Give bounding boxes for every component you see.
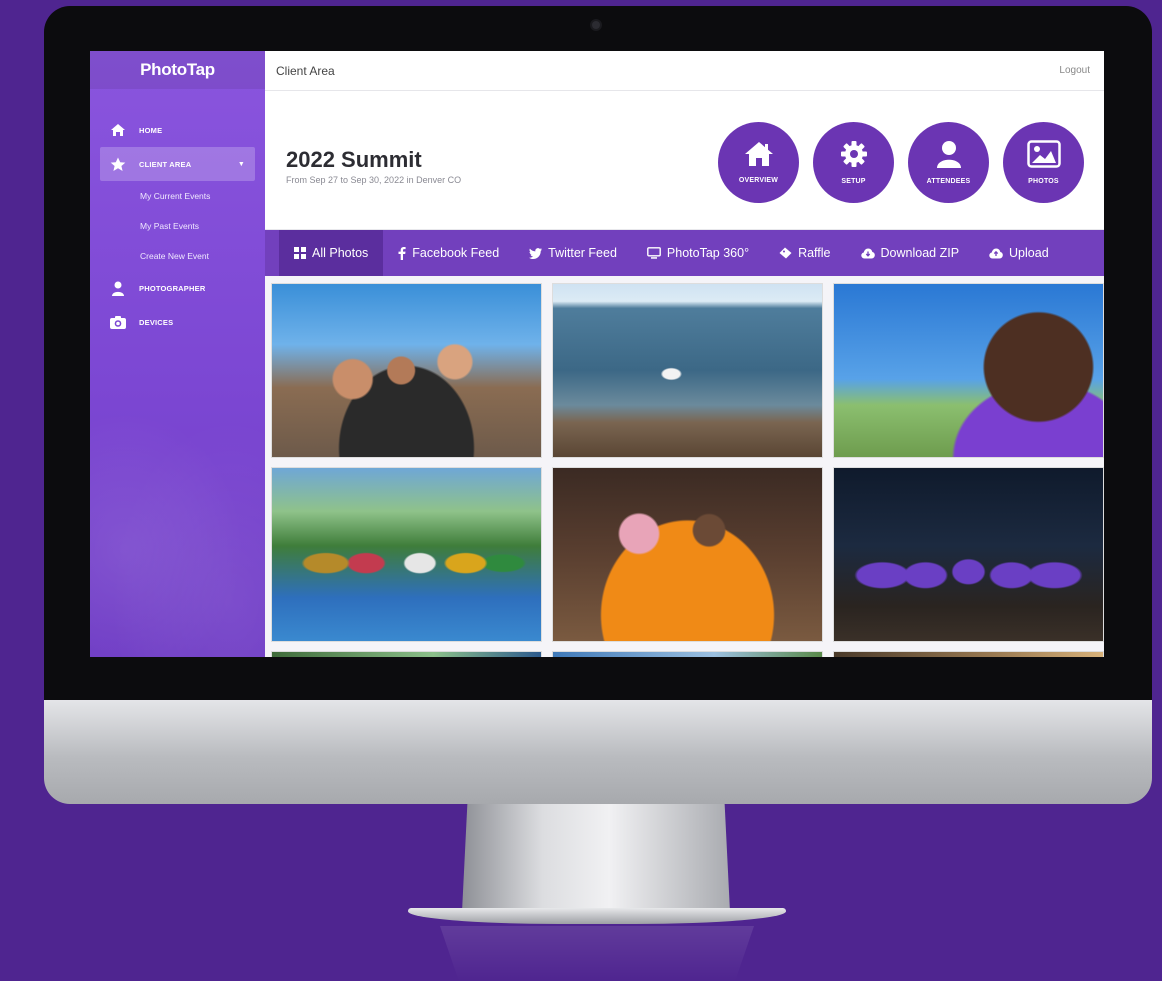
tab-twitter-feed[interactable]: Twitter Feed	[514, 230, 632, 276]
cloud-download-icon	[860, 248, 875, 259]
monitor-foot	[408, 908, 786, 924]
twitter-icon	[529, 247, 543, 259]
tab-label: Facebook Feed	[412, 246, 500, 260]
overview-button[interactable]: OVERVIEW	[718, 122, 799, 203]
tab-label: Raffle	[798, 246, 831, 260]
tab-phototap-360[interactable]: PhotoTap 360°	[632, 230, 764, 276]
page-title: 2022 Summit	[286, 147, 422, 172]
home-icon	[744, 141, 774, 172]
sidebar-subitem-create-event[interactable]: Create New Event	[90, 241, 265, 271]
tab-label: Download ZIP	[880, 246, 960, 260]
sidebar-item-home[interactable]: HOME	[90, 113, 265, 147]
sidebar-item-client-area[interactable]: CLIENT AREA ▼	[100, 147, 255, 181]
gear-icon	[840, 140, 868, 173]
photo-thumbnail[interactable]	[833, 467, 1104, 642]
attendees-button[interactable]: ATTENDEES	[908, 122, 989, 203]
app-logo[interactable]: PhotoTap	[90, 51, 265, 89]
sidebar-item-label: HOME	[139, 125, 163, 135]
sidebar-subitem-past-events[interactable]: My Past Events	[90, 211, 265, 241]
setup-button[interactable]: SETUP	[813, 122, 894, 203]
caret-down-icon: ▼	[237, 160, 245, 168]
webcam	[590, 19, 602, 31]
cloud-upload-icon	[989, 248, 1003, 259]
photo-thumbnail[interactable]	[271, 467, 542, 642]
photo-thumbnail[interactable]	[833, 283, 1104, 458]
user-icon	[936, 140, 962, 173]
grid-icon	[294, 247, 306, 259]
screen: PhotoTap HOME CLIENT AREA ▼ My Current E…	[90, 51, 1104, 657]
tab-label: Upload	[1009, 246, 1049, 260]
sidebar-item-photographer[interactable]: PHOTOGRAPHER	[90, 271, 265, 305]
sidebar-background	[90, 387, 265, 657]
tab-label: Twitter Feed	[548, 246, 617, 260]
main-content: Client Area Logout 2022 Summit From Sep …	[265, 51, 1104, 657]
photo-thumbnail[interactable]	[552, 283, 823, 458]
stand-reflection	[440, 926, 754, 981]
photo-thumbnail[interactable]	[271, 651, 542, 657]
star-icon	[109, 156, 127, 172]
photos-label: PHOTOS	[1028, 178, 1059, 185]
photo-thumbnail[interactable]	[552, 651, 823, 657]
monitor-icon	[647, 247, 661, 259]
sidebar-item-label: DEVICES	[139, 317, 174, 327]
logout-link[interactable]: Logout	[1059, 65, 1090, 76]
photo-thumbnail[interactable]	[833, 651, 1104, 657]
sidebar-subitem-current-events[interactable]: My Current Events	[90, 181, 265, 211]
quick-actions: OVERVIEW SETUP ATTENDEES PHOTOS	[718, 122, 1084, 203]
tab-label: PhotoTap 360°	[666, 246, 750, 260]
camera-icon	[109, 314, 127, 330]
top-bar: Client Area Logout	[265, 51, 1104, 91]
event-subtitle: From Sep 27 to Sep 30, 2022 in Denver CO	[286, 175, 462, 185]
photo-thumbnail[interactable]	[552, 467, 823, 642]
tab-label: All Photos	[312, 246, 369, 260]
photo-grid	[271, 283, 1104, 657]
sidebar-nav: HOME CLIENT AREA ▼ My Current Events My …	[90, 113, 265, 339]
image-icon	[1026, 140, 1061, 173]
home-icon	[109, 122, 127, 138]
tab-raffle[interactable]: Raffle	[764, 230, 845, 276]
user-icon	[109, 280, 127, 296]
photos-button[interactable]: PHOTOS	[1003, 122, 1084, 203]
photo-thumbnail[interactable]	[271, 283, 542, 458]
monitor-chin	[44, 700, 1152, 804]
sidebar: PhotoTap HOME CLIENT AREA ▼ My Current E…	[90, 51, 265, 657]
sidebar-item-label: PHOTOGRAPHER	[139, 283, 206, 293]
tab-download-zip[interactable]: Download ZIP	[846, 230, 975, 276]
tab-all-photos[interactable]: All Photos	[279, 230, 384, 276]
sidebar-item-label: CLIENT AREA	[139, 159, 192, 169]
photo-tabs: All Photos Facebook Feed Twitter Feed Ph…	[265, 230, 1104, 276]
tab-facebook-feed[interactable]: Facebook Feed	[383, 230, 514, 276]
facebook-icon	[398, 246, 406, 260]
event-header: 2022 Summit From Sep 27 to Sep 30, 2022 …	[265, 91, 1104, 230]
tab-upload[interactable]: Upload	[974, 230, 1064, 276]
ticket-icon	[779, 247, 792, 259]
sidebar-item-devices[interactable]: DEVICES	[90, 305, 265, 339]
monitor-stand	[462, 804, 730, 912]
setup-label: SETUP	[841, 178, 866, 185]
attendees-label: ATTENDEES	[926, 178, 971, 185]
breadcrumb[interactable]: Client Area	[276, 64, 335, 78]
overview-label: OVERVIEW	[738, 177, 779, 184]
